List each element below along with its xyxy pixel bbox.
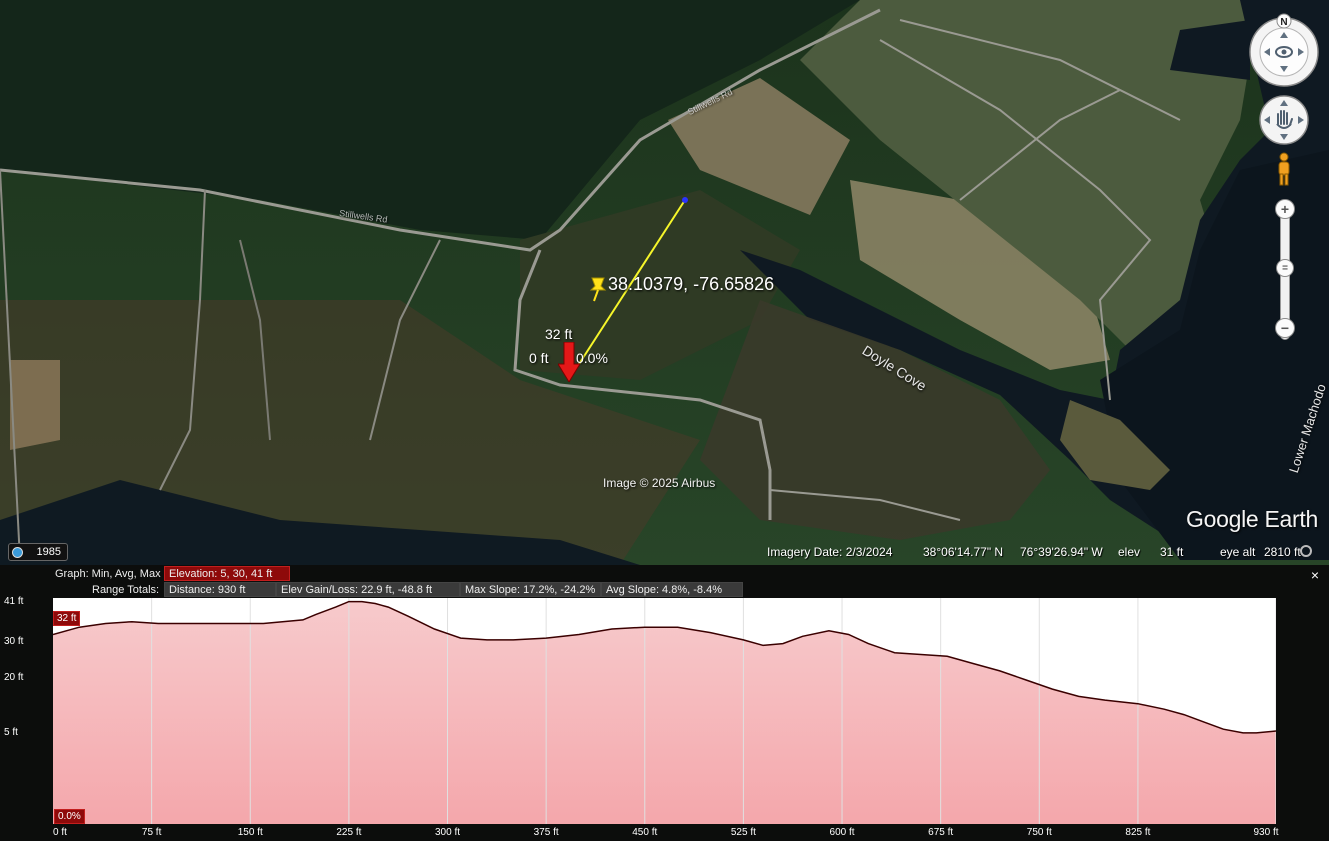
path-slope-flag: 0.0%: [576, 350, 608, 366]
stats-row-graph: Graph: Min, Avg, Max Elevation: 5, 30, 4…: [0, 566, 1329, 581]
x-tick-label: 225 ft: [336, 827, 362, 838]
x-tick-label: 450 ft: [632, 827, 658, 838]
y-tick-label: 41 ft: [4, 595, 24, 607]
elevation-profile-chart[interactable]: [53, 598, 1276, 824]
x-tick-label: 150 ft: [237, 827, 263, 838]
path-elevation-flag: 32 ft: [545, 326, 573, 342]
zoom-slider-thumb[interactable]: =: [1276, 259, 1294, 277]
status-bar: Imagery Date: 2/3/2024 38°06'14.77" N 76…: [740, 545, 1329, 561]
x-tick-label: 375 ft: [533, 827, 559, 838]
google-earth-logo: Google Earth: [1186, 506, 1318, 532]
y-tick-label: 30 ft: [4, 635, 24, 647]
cursor-slope-tag: 0.0%: [54, 809, 85, 824]
zoom-out-button[interactable]: −: [1275, 318, 1295, 338]
x-tick-label: 675 ft: [928, 827, 954, 838]
history-clock-icon: [12, 547, 23, 558]
x-tick-label: 0 ft: [53, 827, 67, 838]
historical-imagery-year: 1985: [36, 546, 61, 558]
path-distance-flag: 0 ft: [529, 350, 549, 366]
pan-hand-control[interactable]: [1258, 94, 1310, 146]
street-view-pegman-icon[interactable]: [1276, 152, 1292, 186]
distance-stat[interactable]: Distance: 930 ft: [164, 582, 276, 597]
imagery-date: Imagery Date: 2/3/2024: [767, 545, 893, 559]
cursor-elevation-tag: 32 ft: [53, 611, 81, 626]
eye-alt-label: eye alt: [1220, 545, 1256, 559]
x-tick-label: 75 ft: [141, 827, 162, 838]
historical-imagery-button[interactable]: 1985: [8, 543, 68, 561]
avg-slope-stat[interactable]: Avg Slope: 4.8%, -8.4%: [601, 582, 743, 597]
max-slope-stat[interactable]: Max Slope: 17.2%, -24.2%: [460, 582, 601, 597]
cursor-latitude: 38°06'14.77" N: [923, 545, 1004, 559]
x-tick-label: 600 ft: [829, 827, 855, 838]
graph-mode-label[interactable]: Graph: Min, Avg, Max: [50, 566, 164, 581]
placemark-label[interactable]: 38.10379, -76.65826: [608, 274, 774, 295]
elev-value: 31 ft: [1160, 545, 1184, 559]
elev-gain-loss-stat[interactable]: Elev Gain/Loss: 22.9 ft, -48.8 ft: [276, 582, 460, 597]
zoom-in-button[interactable]: +: [1275, 199, 1295, 219]
x-tick-label: 525 ft: [730, 827, 756, 838]
y-tick-label: 5 ft: [4, 726, 18, 738]
streaming-status-icon: [1300, 545, 1312, 557]
eye-alt-value: 2810 ft: [1264, 545, 1301, 559]
x-tick-label: 825 ft: [1125, 827, 1151, 838]
elev-label: elev: [1118, 545, 1141, 559]
range-totals-label: Range Totals:: [92, 584, 160, 596]
x-tick-label: 750 ft: [1026, 827, 1052, 838]
profile-position-arrow-icon: [558, 342, 580, 382]
y-tick-label: 20 ft: [4, 672, 24, 684]
cursor-longitude: 76°39'26.94" W: [1020, 545, 1103, 559]
elevation-stat[interactable]: Elevation: 5, 30, 41 ft: [164, 566, 290, 581]
compass-north-letter: N: [1280, 17, 1287, 28]
imagery-copyright: Image © 2025 Airbus: [603, 476, 716, 490]
x-tick-label: 930 ft: [1253, 827, 1279, 838]
x-tick-label: 300 ft: [435, 827, 461, 838]
placemark-pin-icon[interactable]: [588, 276, 610, 302]
compass-look-control[interactable]: N: [1246, 12, 1322, 88]
stats-row-range: Range Totals: Distance: 930 ft Elev Gain…: [0, 582, 1329, 597]
map-view[interactable]: Stillwells Rd Stillwells Rd 38.10379, -7…: [0, 0, 1329, 565]
